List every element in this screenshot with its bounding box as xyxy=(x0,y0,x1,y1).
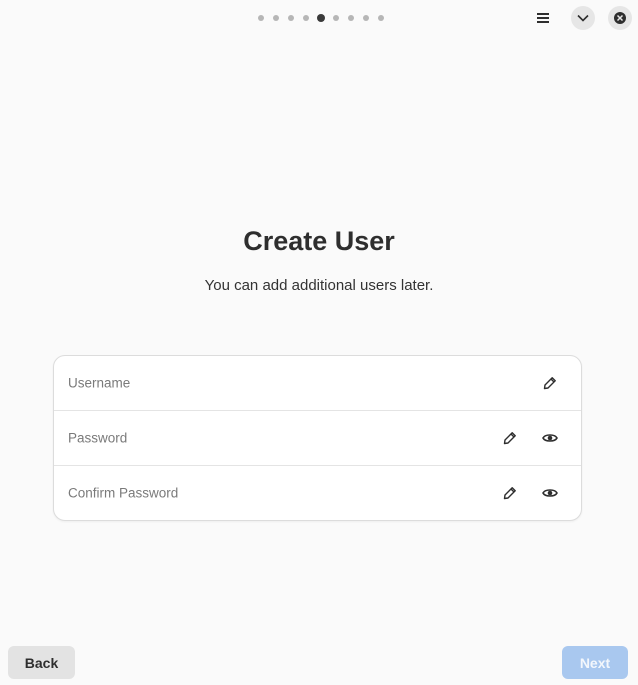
password-field[interactable]: Password xyxy=(54,411,581,466)
minimize-button[interactable] xyxy=(571,6,595,30)
user-form-card: Username Password Confirm Password xyxy=(53,355,582,521)
show-password-eye-icon[interactable] xyxy=(540,428,560,448)
username-label: Username xyxy=(68,375,131,391)
back-button[interactable]: Back xyxy=(8,646,75,679)
page-dot[interactable] xyxy=(333,15,339,21)
page-dot[interactable] xyxy=(273,15,279,21)
close-icon xyxy=(614,12,626,24)
username-field[interactable]: Username xyxy=(54,356,581,411)
confirm-password-label: Confirm Password xyxy=(68,485,179,501)
menu-button[interactable] xyxy=(531,6,555,30)
page-dot[interactable] xyxy=(348,15,354,21)
page-dot[interactable] xyxy=(378,15,384,21)
page-dot[interactable] xyxy=(258,15,264,21)
page-dot[interactable] xyxy=(288,15,294,21)
chevron-down-icon xyxy=(577,14,589,22)
next-button[interactable]: Next xyxy=(562,646,628,679)
page-dot-active[interactable] xyxy=(317,14,325,22)
password-label: Password xyxy=(68,430,128,446)
close-button[interactable] xyxy=(608,6,632,30)
page-dot[interactable] xyxy=(303,15,309,21)
edit-icon xyxy=(500,428,520,448)
page-dot[interactable] xyxy=(363,15,369,21)
edit-icon xyxy=(500,483,520,503)
edit-icon xyxy=(540,373,560,393)
page-indicator xyxy=(258,14,393,22)
hamburger-menu-icon xyxy=(537,13,549,23)
show-password-eye-icon[interactable] xyxy=(540,483,560,503)
page-title: Create User xyxy=(243,226,395,256)
page-subtitle: You can add additional users later. xyxy=(204,277,434,294)
confirm-password-field[interactable]: Confirm Password xyxy=(54,466,581,520)
